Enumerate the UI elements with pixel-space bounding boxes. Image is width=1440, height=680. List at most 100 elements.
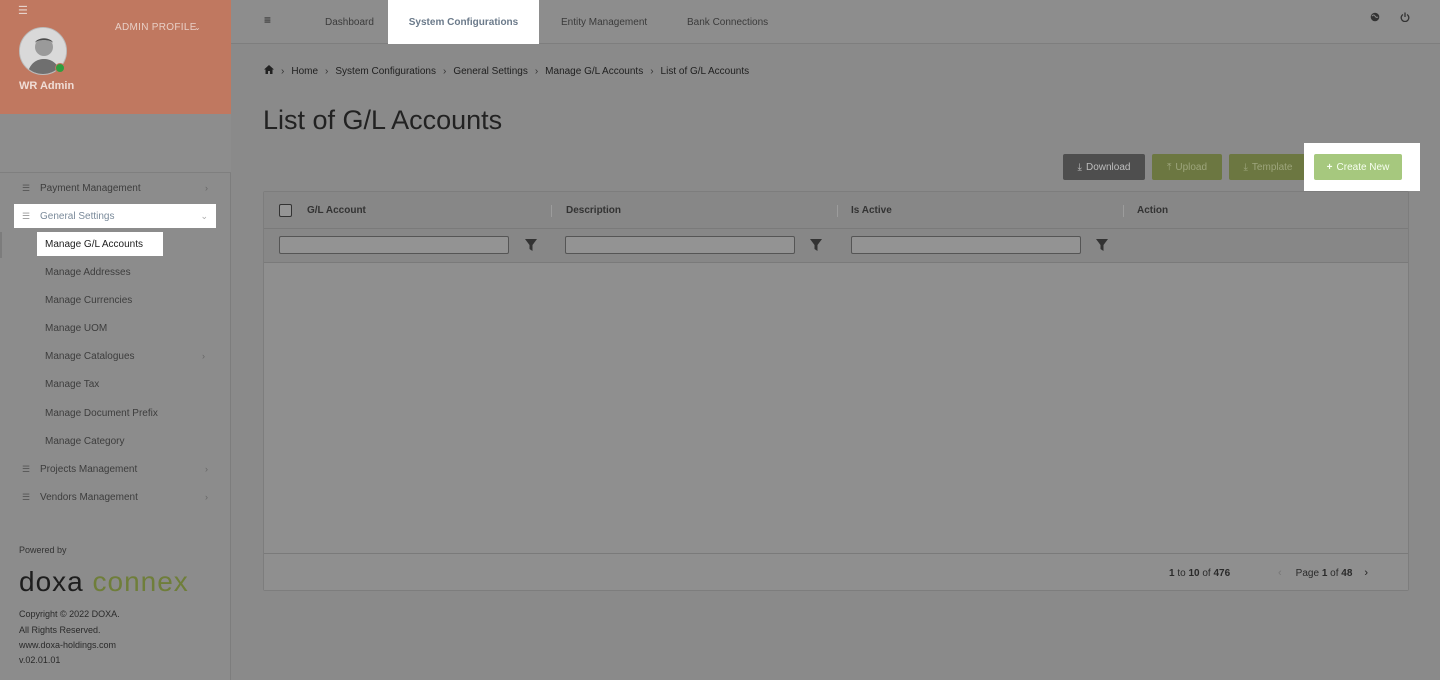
list-icon: ☰ (22, 210, 31, 221)
template-label: Template (1251, 161, 1293, 173)
list-icon: ☰ (22, 491, 31, 502)
doxa-connex-logo: doxa connex (19, 566, 189, 598)
sidebar-subitem-manage-uom[interactable]: Manage UOM (45, 323, 107, 334)
total-pages: 48 (1341, 567, 1353, 579)
summary-to: 10 (1188, 568, 1200, 579)
sidebar-subitem-manage-catalogues[interactable]: Manage Catalogues (45, 351, 135, 362)
breadcrumb-current: List of G/L Accounts (660, 65, 750, 77)
description-filter-input[interactable] (565, 236, 795, 254)
sidebar-item-payment-management[interactable]: ☰ Payment Management › (14, 176, 216, 200)
sidebar-item-general-settings[interactable]: ☰ General Settings ⌄ (14, 204, 216, 228)
list-icon: ☰ (22, 463, 31, 474)
chevron-right-icon: › (205, 183, 208, 193)
power-icon[interactable] (1400, 12, 1410, 25)
column-header-gl-account[interactable]: G/L Account (307, 205, 366, 216)
gl-account-filter-input[interactable] (279, 236, 509, 254)
breadcrumb-separator: › (281, 65, 285, 77)
template-button[interactable]: ⤓ Template (1229, 154, 1307, 180)
user-name: WR Admin (19, 80, 75, 92)
upload-label: Upload (1175, 161, 1208, 173)
row-count-summary: 1 to 10 of 476 (1169, 568, 1230, 579)
admin-profile-dropdown[interactable]: ADMIN PROFILE (115, 22, 197, 33)
download-icon: ⤓ (1243, 161, 1248, 173)
globe-icon[interactable] (1370, 12, 1380, 25)
sidebar-subitem-manage-addresses[interactable]: Manage Addresses (45, 267, 131, 278)
home-icon[interactable] (264, 65, 274, 77)
breadcrumb-separator: › (534, 65, 539, 77)
column-resize-handle[interactable] (1123, 205, 1124, 217)
create-new-button[interactable]: + Create New (1314, 154, 1402, 180)
sidebar-subitem-manage-tax[interactable]: Manage Tax (45, 379, 99, 390)
sidebar-item-vendors-management[interactable]: ☰ Vendors Management › (14, 485, 216, 509)
active-indicator (0, 232, 2, 258)
select-all-checkbox[interactable] (279, 204, 292, 217)
breadcrumb-separator: › (325, 65, 329, 77)
powered-by-label: Powered by (19, 545, 67, 555)
summary-total: 476 (1213, 568, 1231, 579)
tab-bank-connections[interactable]: Bank Connections (687, 0, 768, 44)
summary-of-word: of (1202, 568, 1211, 579)
sidebar-subitem-manage-category[interactable]: Manage Category (45, 436, 125, 447)
sidebar-header: ☰ ADMIN PROFILE ⌄ WR Admin (0, 0, 231, 114)
next-page-icon[interactable]: › (1364, 567, 1368, 579)
filter-icon[interactable] (524, 238, 538, 252)
pagination: ‹ Page 1 of 48 › (1278, 567, 1368, 579)
create-new-label: Create New (1336, 161, 1390, 173)
filter-row (264, 229, 1408, 263)
sidebar: ☰ ADMIN PROFILE ⌄ WR Admin ☰ Payment Man… (0, 0, 231, 680)
tab-system-configurations[interactable]: System Configurations (388, 0, 539, 44)
sidebar-subitem-manage-gl-accounts[interactable]: Manage G/L Accounts (37, 232, 163, 256)
tab-dashboard[interactable]: Dashboard (325, 0, 374, 44)
logo-connex: connex (92, 566, 189, 597)
chevron-right-icon: › (205, 464, 208, 474)
breadcrumb-manage-gl-accounts[interactable]: Manage G/L Accounts (545, 66, 643, 77)
chevron-right-icon: › (202, 351, 205, 361)
column-resize-handle[interactable] (837, 205, 838, 217)
grid-header: G/L Account Description Is Active Action (264, 192, 1408, 229)
sidebar-subitem-manage-currencies[interactable]: Manage Currencies (45, 295, 132, 306)
breadcrumb-home[interactable]: Home (291, 66, 318, 77)
tab-entity-management[interactable]: Entity Management (561, 0, 647, 44)
column-resize-handle[interactable] (551, 205, 552, 217)
filter-icon[interactable] (1095, 238, 1109, 252)
breadcrumb-system-configurations[interactable]: System Configurations (335, 66, 436, 77)
column-header-description[interactable]: Description (566, 205, 621, 216)
sidebar-item-label: General Settings (40, 210, 115, 222)
website-link[interactable]: www.doxa-holdings.com (19, 640, 116, 650)
sidebar-spacer (0, 114, 231, 173)
download-label: Download (1085, 161, 1131, 173)
download-button[interactable]: ⤓ Download (1063, 154, 1145, 180)
breadcrumb-separator: › (650, 65, 654, 77)
sidebar-item-label: Payment Management (40, 182, 141, 194)
version-text: v.02.01.01 (19, 655, 61, 665)
chevron-right-icon: › (205, 492, 208, 502)
column-header-is-active[interactable]: Is Active (851, 205, 892, 216)
previous-page-icon[interactable]: ‹ (1278, 567, 1282, 579)
plus-icon: + (1326, 161, 1333, 173)
current-page: 1 (1321, 567, 1328, 579)
breadcrumb-general-settings[interactable]: General Settings (453, 66, 528, 77)
chevron-down-icon: ⌄ (200, 210, 208, 221)
logo-doxa: doxa (19, 566, 84, 597)
breadcrumb: › Home › System Configurations › General… (264, 65, 749, 77)
grid-footer: 1 to 10 of 476 ‹ Page 1 of 48 › (264, 553, 1408, 590)
list-icon: ☰ (22, 182, 31, 193)
upload-icon: ⤒ (1166, 161, 1172, 173)
sidebar-item-label: Projects Management (40, 463, 138, 475)
page-title: List of G/L Accounts (263, 105, 503, 135)
gl-accounts-grid: G/L Account Description Is Active Action… (263, 191, 1409, 591)
column-header-action: Action (1137, 205, 1169, 216)
rights-text: All Rights Reserved. (19, 625, 101, 635)
is-active-filter-input[interactable] (851, 236, 1081, 254)
copyright-text: Copyright © 2022 DOXA. (19, 609, 120, 619)
upload-button[interactable]: ⤒ Upload (1152, 154, 1222, 180)
menu-icon[interactable]: ☰ (18, 4, 28, 17)
menu-icon[interactable]: ≡ (264, 13, 271, 27)
page-word: Page (1295, 567, 1320, 579)
sidebar-item-label: Vendors Management (40, 491, 138, 503)
sidebar-subitem-manage-document-prefix[interactable]: Manage Document Prefix (45, 408, 158, 419)
download-icon: ⤓ (1077, 161, 1082, 173)
filter-icon[interactable] (809, 238, 823, 252)
chevron-down-icon[interactable]: ⌄ (194, 23, 201, 32)
sidebar-item-projects-management[interactable]: ☰ Projects Management › (14, 457, 216, 481)
